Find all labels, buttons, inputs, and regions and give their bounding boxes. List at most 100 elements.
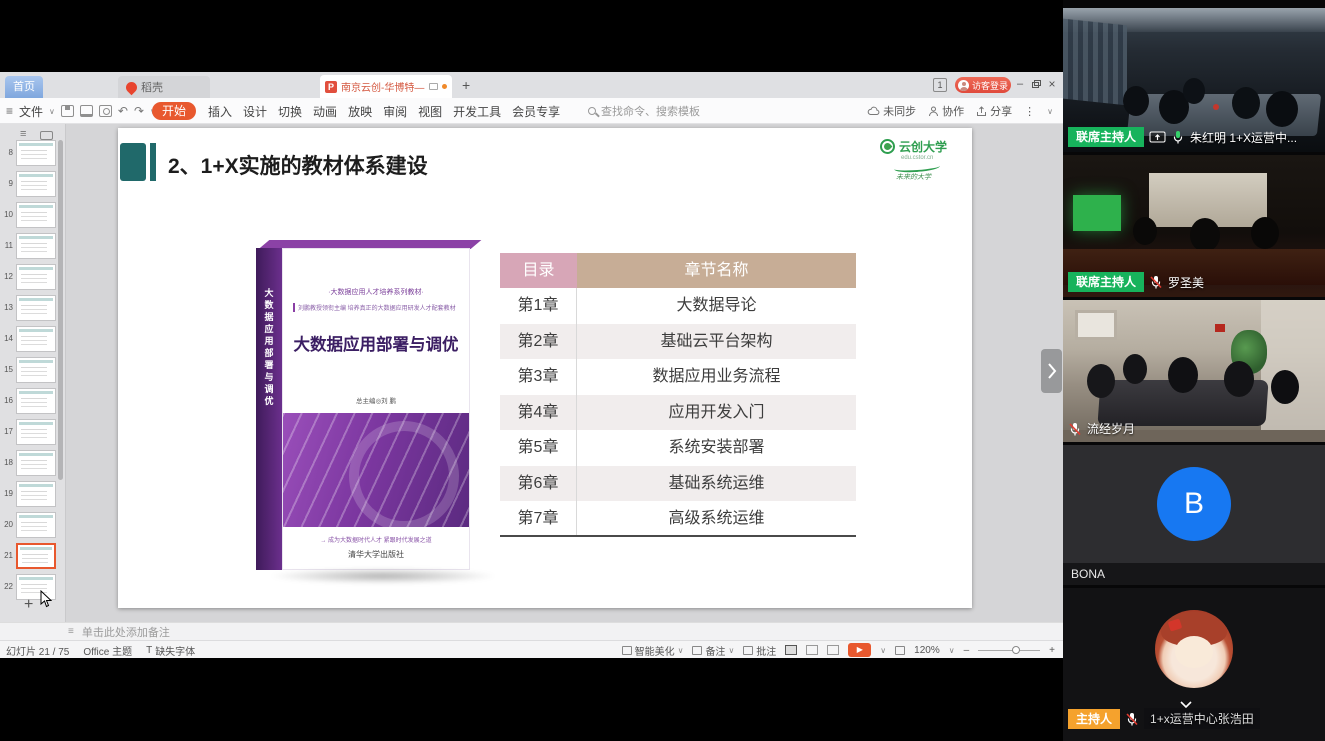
ribbon-tab-slideshow[interactable]: 放映 xyxy=(348,103,372,120)
ribbon-tab-home[interactable]: 开始 xyxy=(152,102,196,120)
zoom-out-button[interactable]: – xyxy=(964,645,970,656)
share-letterbox xyxy=(0,658,1063,741)
close-button[interactable]: × xyxy=(1045,78,1059,92)
add-slide-button[interactable]: + xyxy=(24,596,33,614)
share-icon xyxy=(976,106,987,117)
minimize-button[interactable]: – xyxy=(1013,78,1027,92)
slide-thumbnail[interactable] xyxy=(16,357,56,383)
slideshow-button[interactable]: ▶ xyxy=(848,643,871,657)
normal-view-button[interactable] xyxy=(785,645,797,655)
zoom-in-button[interactable]: + xyxy=(1049,645,1055,656)
restore-button[interactable] xyxy=(1029,78,1043,92)
save-icon[interactable] xyxy=(61,105,74,117)
print-icon[interactable] xyxy=(80,105,93,117)
collapse-panel-button[interactable] xyxy=(1041,349,1062,393)
zoom-level[interactable]: 120% xyxy=(914,645,940,656)
collapse-ribbon-icon[interactable]: ∨ xyxy=(1047,107,1053,116)
slide-thumbnail[interactable] xyxy=(16,171,56,197)
slide-thumbnail[interactable] xyxy=(16,419,56,445)
slide-thumbnail[interactable] xyxy=(16,202,56,228)
slide-thumbnail[interactable] xyxy=(16,295,56,321)
window-count-badge[interactable]: 1 xyxy=(933,78,947,92)
slide-thumbnail[interactable] xyxy=(16,512,56,538)
redo-icon[interactable]: ↷ xyxy=(134,104,144,118)
print-preview-icon[interactable] xyxy=(99,105,112,117)
table-row: 第2章基础云平台架构 xyxy=(500,324,856,360)
ribbon-tab-design[interactable]: 设计 xyxy=(243,103,267,120)
slide-position: 幻灯片 21 / 75 xyxy=(6,643,69,658)
tab-home[interactable]: 首页 xyxy=(5,76,43,98)
table-row: 第1章大数据导论 xyxy=(500,288,856,324)
video-tile-participant-3[interactable]: 流经岁月 xyxy=(1063,300,1325,442)
reading-view-button[interactable] xyxy=(827,645,839,655)
video-tile-participant-4[interactable]: B BONA xyxy=(1063,445,1325,585)
book-subtitle: 刘鹏教授领衔主编 培养真正的大数据应用研发人才配套教材 xyxy=(293,303,461,312)
video-scene-decoration xyxy=(1123,354,1147,384)
command-search[interactable]: 查找命令、搜索模板 xyxy=(588,98,700,124)
slide-thumbnail[interactable] xyxy=(16,450,56,476)
zoom-slider-knob[interactable] xyxy=(1012,646,1020,654)
new-tab-button[interactable]: + xyxy=(462,77,470,93)
smart-beautify-button[interactable]: 智能美化 ∨ xyxy=(622,643,684,658)
slideshow-chevron-icon[interactable]: ∨ xyxy=(880,646,886,655)
slide-number: 12 xyxy=(0,272,13,281)
file-menu[interactable]: 文件 xyxy=(19,103,43,120)
tab-docer[interactable]: 稻壳 xyxy=(118,76,210,98)
ribbon-tab-view[interactable]: 视图 xyxy=(418,103,442,120)
video-tile-participant-5[interactable]: 主持人 1+x运营中心张浩田 xyxy=(1063,588,1325,741)
video-tile-participant-2[interactable]: 联席主持人 罗圣美 xyxy=(1063,155,1325,297)
ribbon-tab-animation[interactable]: 动画 xyxy=(313,103,337,120)
book-shadow xyxy=(268,568,498,584)
ribbon-tab-insert[interactable]: 插入 xyxy=(208,103,232,120)
slide-thumbnail[interactable] xyxy=(16,233,56,259)
comments-button[interactable]: 批注 xyxy=(743,643,776,658)
guest-login-label: 访客登录 xyxy=(972,79,1008,92)
slide-view-icon[interactable] xyxy=(40,131,53,140)
sorter-view-button[interactable] xyxy=(806,645,818,655)
ppt-file-icon: P xyxy=(325,81,337,93)
video-scene-decoration xyxy=(1213,104,1219,110)
slide-thumbnail[interactable] xyxy=(16,264,56,290)
slide-thumbnail[interactable] xyxy=(16,388,56,414)
collaborate-button[interactable]: 协作 xyxy=(928,103,964,119)
theme-name[interactable]: Office 主题 xyxy=(83,643,132,658)
fit-window-icon[interactable] xyxy=(895,646,905,655)
share-button[interactable]: 分享 xyxy=(976,103,1012,119)
screen: 首页 稻壳 P 南京云创-华博特—...4 partner + 1 访客登录 xyxy=(0,0,1325,741)
book-author: 总主编◎刘 鹏 xyxy=(283,395,469,405)
sync-status[interactable]: 未同步 xyxy=(867,103,916,119)
zoom-slider[interactable] xyxy=(978,650,1040,651)
video-scene-decoration xyxy=(1183,78,1205,104)
video-tile-participant-1[interactable]: 联席主持人 朱红明 1+X运营中... xyxy=(1063,8,1325,152)
slide-thumbnail-selected[interactable] xyxy=(16,543,56,569)
unsaved-dot-icon xyxy=(442,84,447,89)
slide-number: 15 xyxy=(0,365,13,374)
outline-view-icon[interactable]: ≡ xyxy=(20,128,26,140)
missing-font-warning[interactable]: T 缺失字体 xyxy=(146,643,195,658)
ribbon-tab-review[interactable]: 审阅 xyxy=(383,103,407,120)
guest-login-button[interactable]: 访客登录 xyxy=(955,77,1011,93)
ribbon-tab-developer[interactable]: 开发工具 xyxy=(453,103,501,120)
undo-icon[interactable]: ↶ xyxy=(118,104,128,118)
ribbon-tab-transition[interactable]: 切换 xyxy=(278,103,302,120)
logo-name: 云创大学 xyxy=(899,138,947,155)
slide-thumbnail[interactable] xyxy=(16,140,56,166)
cohost-badge: 联席主持人 xyxy=(1068,127,1144,147)
search-placeholder: 查找命令、搜索模板 xyxy=(601,103,700,119)
profile-avatar xyxy=(1155,610,1233,688)
tab-document[interactable]: P 南京云创-华博特—...4 partner xyxy=(320,75,452,98)
notes-toggle-button[interactable]: 备注 ∨ xyxy=(692,643,734,658)
video-scene-decoration xyxy=(1215,324,1225,332)
thumbnail-scrollbar[interactable] xyxy=(58,140,63,480)
notes-bar[interactable]: ≡ 单击此处添加备注 xyxy=(0,622,1063,640)
chapter-name-cell: 系统安装部署 xyxy=(577,430,856,466)
chapter-cell: 第4章 xyxy=(500,395,577,431)
slide-thumbnail[interactable] xyxy=(16,326,56,352)
collaborate-label: 协作 xyxy=(942,103,964,119)
mic-muted-icon xyxy=(1125,712,1139,726)
more-menu-icon[interactable]: ⋮ xyxy=(1024,105,1035,118)
missing-font-icon: T xyxy=(146,645,152,656)
slide-thumbnail[interactable] xyxy=(16,481,56,507)
ribbon-tab-membership[interactable]: 会员专享 xyxy=(512,103,560,120)
slide-canvas[interactable]: 2、1+X实施的教材体系建设 云创大学 edu.cstor.cn 未来的大学 xyxy=(118,128,972,608)
